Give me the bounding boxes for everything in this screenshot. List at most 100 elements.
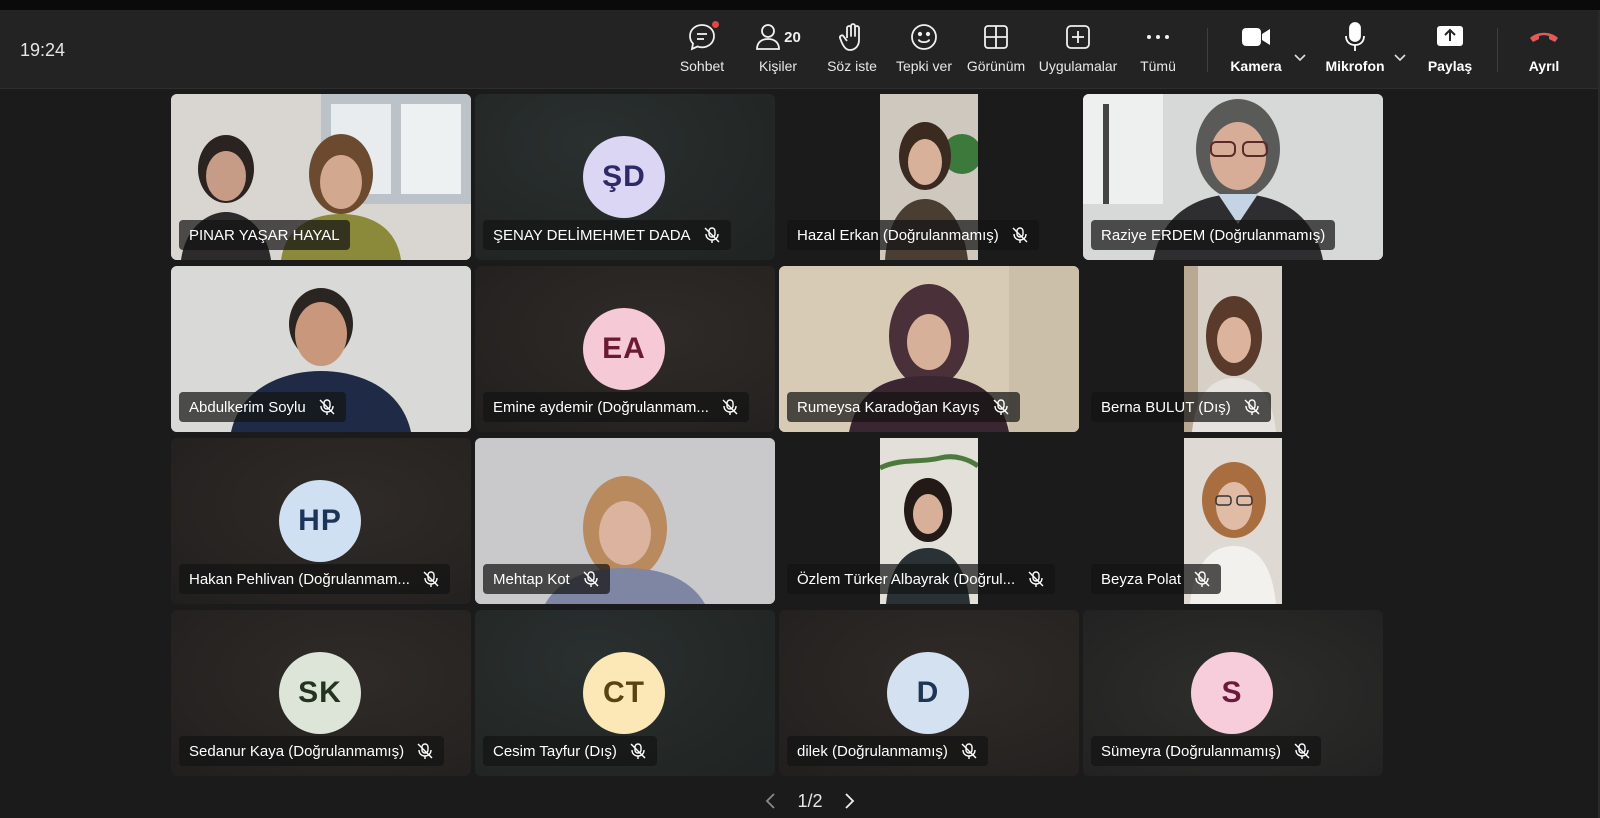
mic-off-icon [722, 399, 738, 415]
more-dots-icon [1145, 20, 1171, 54]
more-button[interactable]: Tümü [1130, 20, 1186, 86]
mic-off-icon [423, 571, 439, 587]
participant-nameplate: Abdulkerim Soylu [179, 392, 346, 422]
participant-tile[interactable]: Hazal Erkan (Doğrulanmamış) [779, 94, 1079, 260]
react-button[interactable]: Tepki ver [892, 20, 956, 86]
participant-tile[interactable]: SK Sedanur Kaya (Doğrulanmamış) [171, 610, 471, 776]
more-label: Tümü [1140, 58, 1176, 74]
people-button[interactable]: 20 Kişiler [742, 20, 814, 86]
mic-options-chevron-icon[interactable] [1392, 50, 1408, 66]
participant-name: Cesim Tayfur (Dış) [493, 742, 617, 760]
participant-name: ŞENAY DELİMEHMET DADA [493, 226, 691, 244]
mic-button[interactable]: Mikrofon [1322, 20, 1388, 86]
share-label: Paylaş [1427, 58, 1473, 74]
participant-nameplate: Raziye ERDEM (Doğrulanmamış) [1091, 220, 1336, 250]
avatar: CT [583, 652, 665, 734]
participant-nameplate: Beyza Polat [1091, 564, 1222, 594]
participant-name: Sedanur Kaya (Doğrulanmamış) [189, 742, 405, 760]
participant-nameplate: Özlem Türker Albayrak (Doğrul... [787, 564, 1056, 594]
chevron-left-icon[interactable] [763, 791, 779, 811]
mic-off-icon [1028, 571, 1044, 587]
participant-nameplate: Mehtap Kot [483, 564, 610, 594]
gallery-pager: 1/2 [730, 788, 890, 814]
camera-options-chevron-icon[interactable] [1292, 50, 1308, 66]
participant-nameplate: dilek (Doğrulanmamış) [787, 736, 988, 766]
mic-off-icon [1244, 399, 1260, 415]
participant-name: Beyza Polat [1101, 570, 1182, 588]
avatar: SK [279, 652, 361, 734]
participant-name: Sümeyra (Doğrulanmamış) [1101, 742, 1282, 760]
participant-name: dilek (Doğrulanmamış) [797, 742, 948, 760]
participant-tile[interactable]: D dilek (Doğrulanmamış) [779, 610, 1079, 776]
camera-icon [1241, 20, 1271, 54]
avatar: S [1191, 652, 1273, 734]
hang-up-icon [1529, 20, 1559, 54]
participant-nameplate: Cesim Tayfur (Dış) [483, 736, 657, 766]
participant-tile[interactable]: HP Hakan Pehlivan (Doğrulanmam... [171, 438, 471, 604]
mic-off-icon [319, 399, 335, 415]
mic-label: Mikrofon [1325, 58, 1385, 74]
people-icon [756, 24, 781, 50]
microphone-icon [1344, 20, 1366, 54]
participant-tile[interactable]: CT Cesim Tayfur (Dış) [475, 610, 775, 776]
participant-name: Mehtap Kot [493, 570, 570, 588]
raise-hand-icon [838, 20, 866, 54]
participant-name: Rumeysa Karadoğan Kayış [797, 398, 980, 416]
mic-off-icon [704, 227, 720, 243]
participant-name: Emine aydemir (Doğrulanmam... [493, 398, 709, 416]
view-button[interactable]: Görünüm [964, 20, 1028, 86]
participant-nameplate: Hazal Erkan (Doğrulanmamış) [787, 220, 1039, 250]
grid-view-icon [983, 20, 1009, 54]
participant-tile[interactable]: ŞD ŞENAY DELİMEHMET DADA [475, 94, 775, 260]
participant-nameplate: Emine aydemir (Doğrulanmam... [483, 392, 749, 422]
participant-tile[interactable]: Raziye ERDEM (Doğrulanmamış) [1083, 94, 1383, 260]
participant-tile[interactable]: PINAR YAŞAR HAYAL [171, 94, 471, 260]
toolbar-separator [1207, 28, 1208, 72]
participant-grid: PINAR YAŞAR HAYAL ŞD ŞENAY DELİMEHMET DA… [171, 94, 1391, 778]
avatar: D [887, 652, 969, 734]
participant-tile[interactable]: Berna BULUT (Dış) [1083, 266, 1383, 432]
add-app-icon [1065, 20, 1091, 54]
chevron-right-icon[interactable] [841, 791, 857, 811]
mic-off-icon [630, 743, 646, 759]
leave-button[interactable]: Ayrıl [1514, 20, 1574, 86]
participant-nameplate: Rumeysa Karadoğan Kayış [787, 392, 1020, 422]
participant-tile[interactable]: Rumeysa Karadoğan Kayış [779, 266, 1079, 432]
camera-button[interactable]: Kamera [1226, 20, 1286, 86]
share-screen-icon [1436, 20, 1464, 54]
unread-dot [712, 21, 719, 28]
people-icon-wrap: 20 [755, 20, 801, 54]
participant-tile[interactable]: Mehtap Kot [475, 438, 775, 604]
raise-hand-label: Söz iste [827, 58, 877, 74]
raise-hand-button[interactable]: Söz iste [822, 20, 882, 86]
people-label: Kişiler [758, 58, 798, 74]
participant-nameplate: Berna BULUT (Dış) [1091, 392, 1271, 422]
participant-tile[interactable]: Özlem Türker Albayrak (Doğrul... [779, 438, 1079, 604]
mic-off-icon [1294, 743, 1310, 759]
participant-tile[interactable]: EA Emine aydemir (Doğrulanmam... [475, 266, 775, 432]
page-indicator: 1/2 [797, 790, 823, 811]
share-button[interactable]: Paylaş [1420, 20, 1480, 86]
leave-label: Ayrıl [1528, 58, 1560, 74]
participant-name: Özlem Türker Albayrak (Doğrul... [797, 570, 1016, 588]
apps-button[interactable]: Uygulamalar [1036, 20, 1120, 86]
mic-off-icon [961, 743, 977, 759]
participant-nameplate: Sedanur Kaya (Doğrulanmamış) [179, 736, 445, 766]
view-label: Görünüm [966, 58, 1026, 74]
participant-tile[interactable]: Beyza Polat [1083, 438, 1383, 604]
participant-tile[interactable]: Abdulkerim Soylu [171, 266, 471, 432]
participant-name: Hakan Pehlivan (Doğrulanmam... [189, 570, 410, 588]
avatar: HP [279, 480, 361, 562]
chat-icon [687, 20, 719, 54]
participant-name: PINAR YAŞAR HAYAL [189, 226, 340, 244]
toolbar-separator [1497, 28, 1498, 72]
mic-off-icon [1012, 227, 1028, 243]
avatar: EA [583, 308, 665, 390]
participant-name: Hazal Erkan (Doğrulanmamış) [797, 226, 999, 244]
participant-name: Raziye ERDEM (Doğrulanmamış) [1101, 226, 1326, 244]
participant-tile[interactable]: S Sümeyra (Doğrulanmamış) [1083, 610, 1383, 776]
mic-off-icon [583, 571, 599, 587]
participant-name: Berna BULUT (Dış) [1101, 398, 1231, 416]
chat-button[interactable]: Sohbet [672, 20, 732, 86]
participant-name: Abdulkerim Soylu [189, 398, 306, 416]
